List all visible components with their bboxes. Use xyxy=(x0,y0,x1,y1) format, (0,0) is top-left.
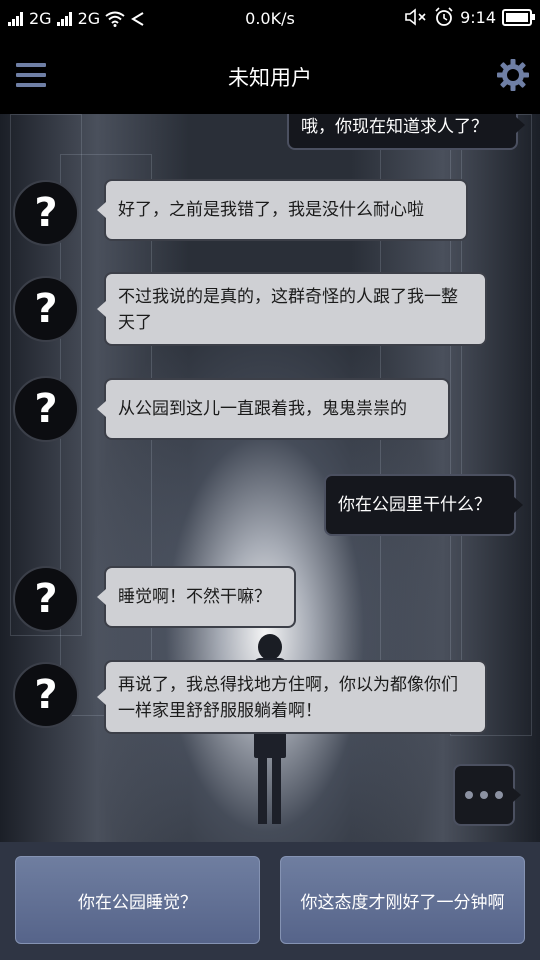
reply-option-label: 你在公园睡觉？ xyxy=(78,892,197,913)
message-incoming: 不过我说的是真的，这群奇怪的人跟了我一整天了 xyxy=(97,272,487,346)
status-bar: 2G 2G 0.0K/s 9:14 xyxy=(0,0,540,38)
status-right: 9:14 xyxy=(404,7,535,27)
message-incoming: 再说了，我总得找地方住啊，你以为都像你们一样家里舒舒服服躺着啊！ xyxy=(97,660,487,734)
message-text: 你在公园里干什么？ xyxy=(338,495,491,515)
chat-area[interactable]: 哦，你现在知道求人了？ ? 好了，之前是我错了，我是没什么耐心啦 ? 不过我说的… xyxy=(0,114,540,842)
message-incoming: 好了，之前是我错了，我是没什么耐心啦 xyxy=(97,179,468,241)
message-text: 睡觉啊！不然干嘛？ xyxy=(118,587,271,607)
page-title: 未知用户 xyxy=(228,66,312,90)
message-text: 不过我说的是真的，这群奇怪的人跟了我一整天了 xyxy=(118,287,458,333)
mute-icon xyxy=(405,8,426,26)
question-mark-icon: ? xyxy=(34,286,58,332)
message-incoming: 从公园到这儿一直跟着我，鬼鬼祟祟的 xyxy=(97,378,450,440)
battery-icon xyxy=(502,8,535,26)
message-outgoing: 你在公园里干什么？ xyxy=(324,474,523,536)
message-text: 好了，之前是我错了，我是没什么耐心啦 xyxy=(118,200,424,220)
avatar[interactable]: ? xyxy=(13,662,79,728)
question-mark-icon: ? xyxy=(34,672,58,718)
typing-dot xyxy=(465,791,473,799)
alarm-icon xyxy=(435,7,453,26)
avatar[interactable]: ? xyxy=(13,180,79,246)
avatar[interactable]: ? xyxy=(13,376,79,442)
reply-option-button[interactable]: 你这态度才刚好了一分钟啊 xyxy=(280,856,525,944)
avatar[interactable]: ? xyxy=(13,276,79,342)
message-text: 再说了，我总得找地方住啊，你以为都像你们一样家里舒舒服服躺着啊！ xyxy=(118,675,458,721)
top-navigation-bar: 未知用户 xyxy=(0,38,540,114)
gear-icon[interactable] xyxy=(496,58,530,92)
question-mark-icon: ? xyxy=(34,190,58,236)
message-outgoing: 哦，你现在知道求人了？ xyxy=(287,114,525,150)
reply-options: 你在公园睡觉？ 你这态度才刚好了一分钟啊 xyxy=(0,842,540,960)
avatar[interactable]: ? xyxy=(13,566,79,632)
typing-dot xyxy=(480,791,488,799)
typing-indicator xyxy=(453,764,521,826)
reply-option-label: 你这态度才刚好了一分钟啊 xyxy=(300,892,505,913)
clock: 9:14 xyxy=(460,7,496,27)
question-mark-icon: ? xyxy=(34,386,58,432)
question-mark-icon: ? xyxy=(34,576,58,622)
message-text: 从公园到这儿一直跟着我，鬼鬼祟祟的 xyxy=(118,399,407,419)
message-incoming: 睡觉啊！不然干嘛？ xyxy=(97,566,296,628)
reply-option-button[interactable]: 你在公园睡觉？ xyxy=(15,856,260,944)
message-text: 哦，你现在知道求人了？ xyxy=(301,117,488,137)
typing-dot xyxy=(495,791,503,799)
